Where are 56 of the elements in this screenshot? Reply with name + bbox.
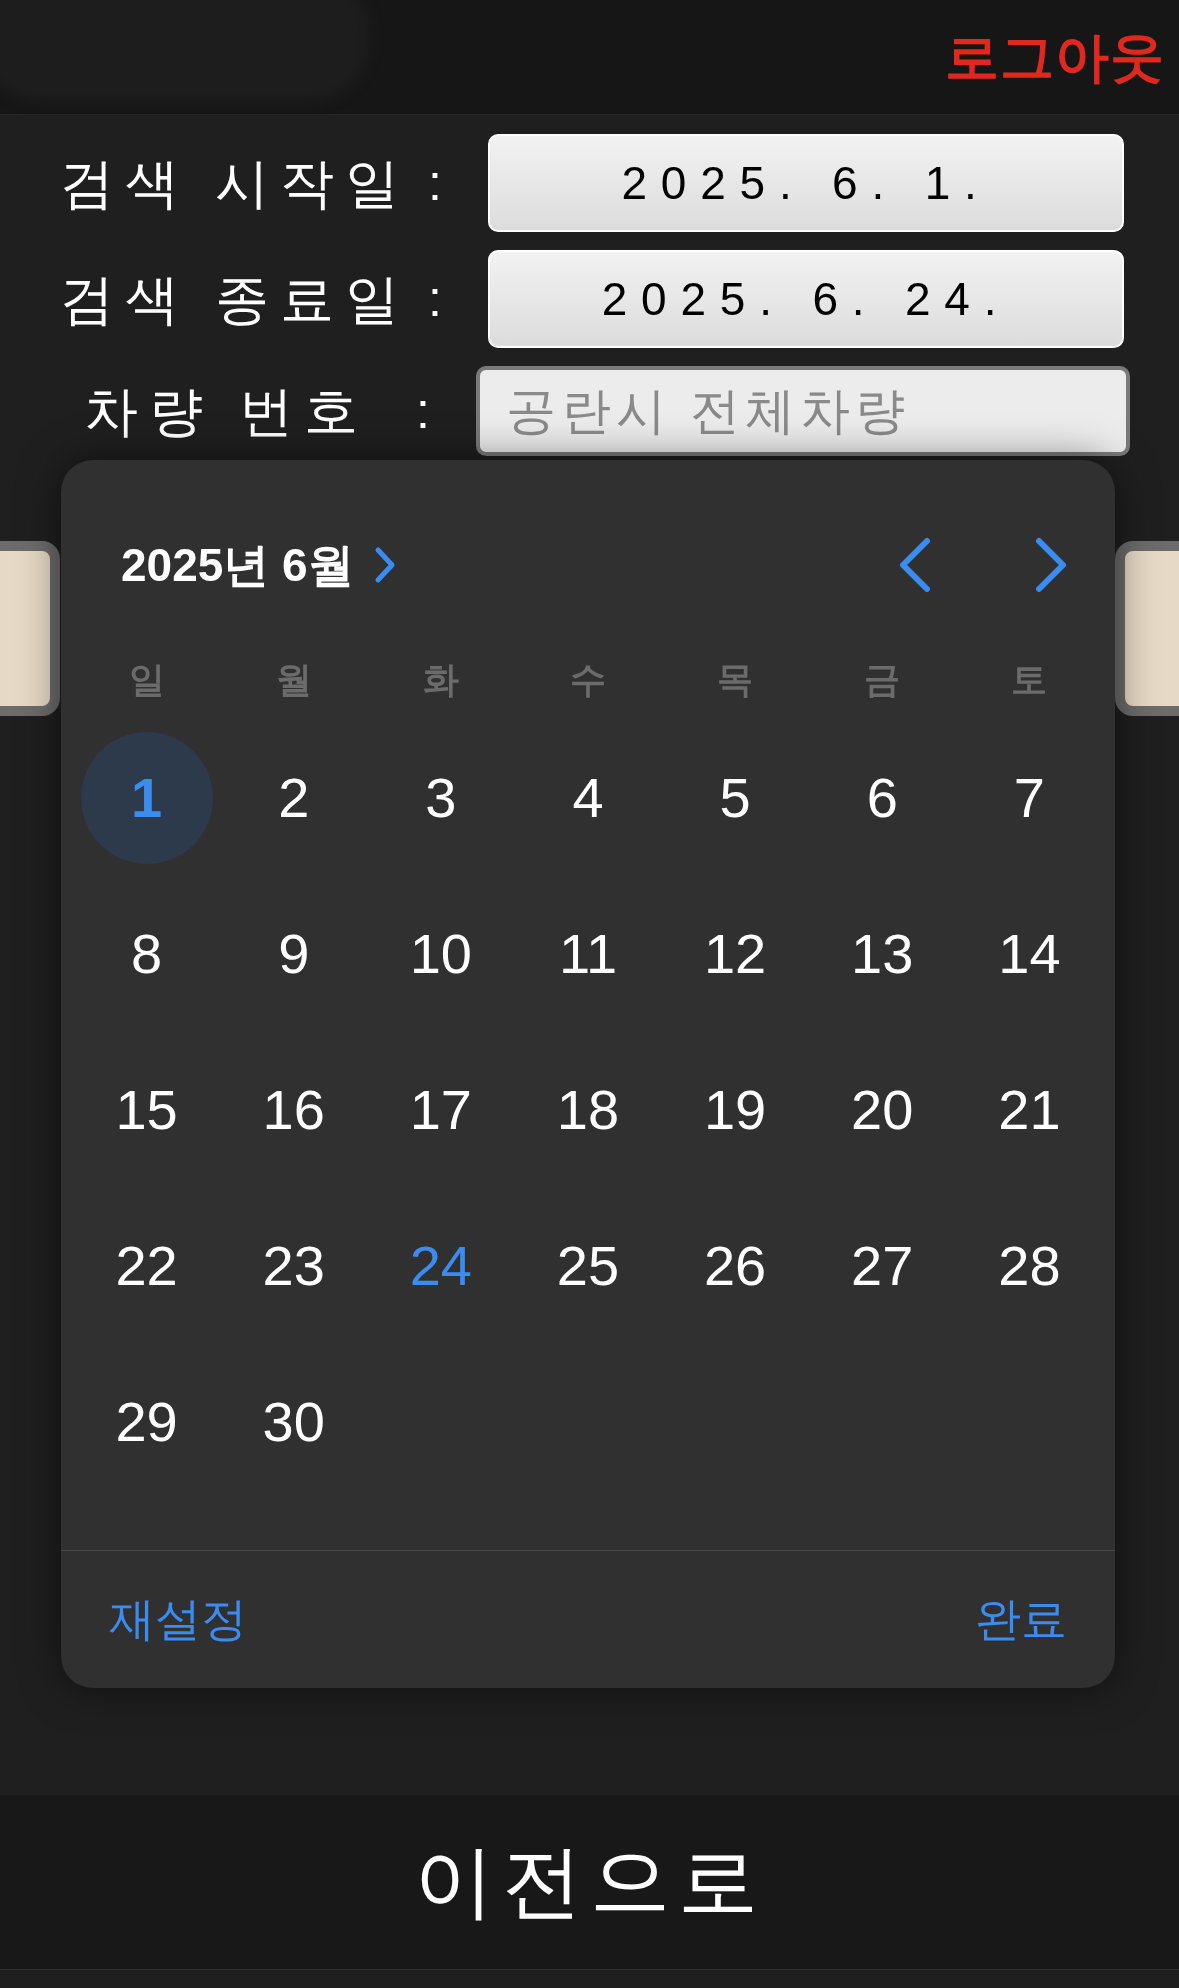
done-button[interactable]: 완료 bbox=[975, 1585, 1067, 1654]
field-label: 검색 종료일 bbox=[60, 267, 400, 331]
calendar-day[interactable]: 16 bbox=[227, 1044, 360, 1176]
colon: : bbox=[428, 269, 443, 329]
calendar-day[interactable]: 30 bbox=[227, 1356, 360, 1488]
calendar-day[interactable]: 8 bbox=[80, 888, 213, 1020]
calendar-day[interactable]: 25 bbox=[522, 1200, 654, 1332]
date-field[interactable]: 2025. 6. 1. bbox=[488, 134, 1124, 232]
next-month-button[interactable] bbox=[1033, 537, 1069, 593]
calendar-day[interactable]: 9 bbox=[227, 888, 360, 1020]
colon: : bbox=[428, 153, 443, 213]
calendar-day[interactable]: 28 bbox=[963, 1200, 1096, 1332]
reset-button[interactable]: 재설정 bbox=[109, 1585, 247, 1654]
calendar-day[interactable]: 13 bbox=[816, 888, 949, 1020]
calendar-day[interactable]: 23 bbox=[227, 1200, 360, 1332]
logout-button[interactable]: 로그아웃 bbox=[944, 16, 1165, 98]
calendar-day[interactable]: 4 bbox=[522, 732, 654, 864]
calendar-day[interactable]: 20 bbox=[816, 1044, 949, 1176]
side-button[interactable] bbox=[0, 541, 60, 716]
calendar-day[interactable]: 29 bbox=[80, 1356, 213, 1488]
weekday-label: 화 bbox=[422, 658, 459, 702]
month-picker-button[interactable]: 2025년 6월 bbox=[121, 530, 396, 600]
side-button[interactable] bbox=[1115, 541, 1179, 716]
weekday-label: 수 bbox=[570, 658, 606, 702]
vehicle-number-field[interactable]: 공란시 전체차량 bbox=[476, 366, 1130, 456]
weekday-label: 금 bbox=[864, 658, 901, 702]
calendar-day[interactable]: 11 bbox=[522, 888, 654, 1020]
calendar-day[interactable]: 2 bbox=[227, 732, 360, 864]
calendar-day[interactable]: 21 bbox=[963, 1044, 1096, 1176]
field-label: 차량 번호 bbox=[84, 379, 370, 443]
colon: : bbox=[416, 381, 431, 441]
calendar-day[interactable]: 6 bbox=[816, 732, 949, 864]
calendar-day[interactable]: 7 bbox=[963, 732, 1096, 864]
calendar-day[interactable]: 18 bbox=[522, 1044, 654, 1176]
chevron-left-icon bbox=[897, 537, 933, 593]
calendar-day[interactable]: 12 bbox=[669, 888, 802, 1020]
calendar-day[interactable]: 10 bbox=[374, 888, 507, 1020]
previous-month-button[interactable] bbox=[897, 537, 933, 593]
calendar-day[interactable]: 3 bbox=[374, 732, 507, 864]
weekday-label: 일 bbox=[128, 658, 165, 702]
calendar-day[interactable]: 14 bbox=[963, 888, 1096, 1020]
weekday-label: 토 bbox=[1011, 658, 1048, 702]
calendar-day[interactable]: 17 bbox=[374, 1044, 507, 1176]
calendar-day[interactable]: 22 bbox=[80, 1200, 213, 1332]
weekday-label: 목 bbox=[717, 658, 754, 702]
calendar-day[interactable]: 24 bbox=[374, 1200, 507, 1332]
calendar-day[interactable]: 27 bbox=[816, 1200, 949, 1332]
date-field[interactable]: 2025. 6. 24. bbox=[488, 250, 1124, 348]
chevron-right-icon bbox=[1033, 537, 1069, 593]
calendar-day[interactable]: 26 bbox=[669, 1200, 802, 1332]
calendar-day[interactable]: 15 bbox=[80, 1044, 213, 1176]
chevron-right-icon bbox=[373, 546, 396, 584]
calendar-day[interactable]: 19 bbox=[669, 1044, 802, 1176]
field-label: 검색 시작일 bbox=[60, 151, 400, 215]
weekday-label: 월 bbox=[275, 658, 312, 702]
calendar-day[interactable]: 5 bbox=[669, 732, 802, 864]
